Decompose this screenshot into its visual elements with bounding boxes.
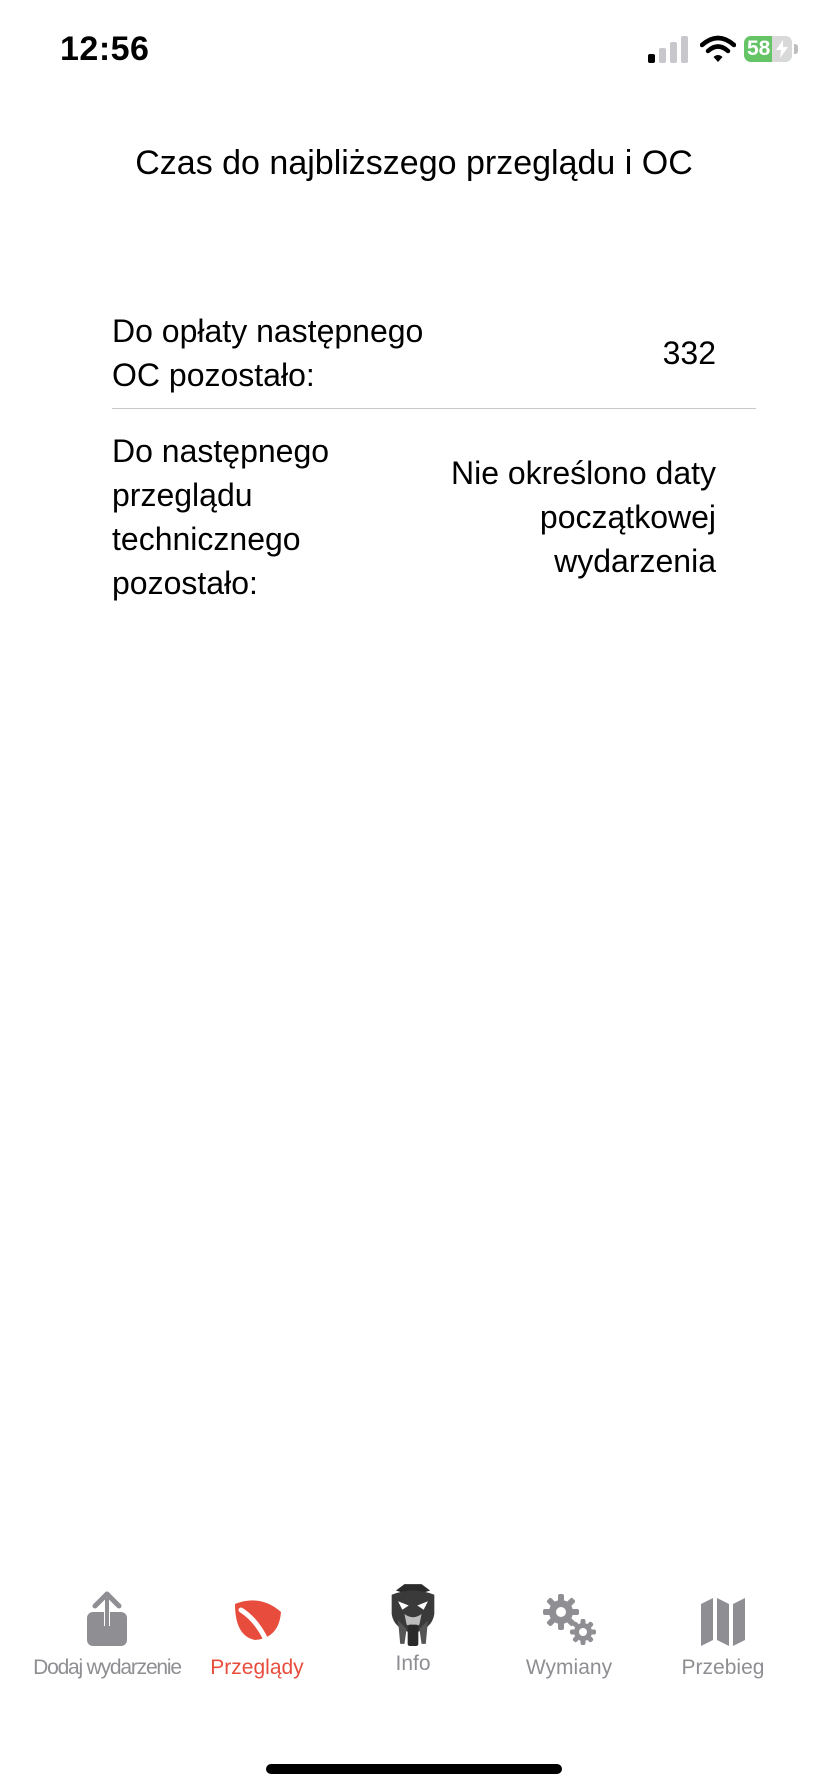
tab-mileage[interactable]: Przebieg: [648, 1590, 798, 1680]
row-label: Do następnego przeglądu technicznego poz…: [112, 433, 330, 601]
wifi-icon: [700, 35, 736, 62]
info-table: Do opłaty następnego OC pozostało: 332 D…: [112, 298, 756, 605]
map-icon: [701, 1598, 745, 1646]
tab-label: Przebieg: [681, 1656, 765, 1679]
page-title: Czas do najbliższego przeglądu i OC: [135, 144, 693, 182]
row-value: Nie określono daty początkowej wydarzeni…: [450, 455, 716, 579]
status-bar: 12:56 58: [0, 0, 828, 100]
inspection-remaining-row: Do następnego przeglądu technicznego poz…: [112, 409, 756, 605]
tab-label: Dodaj wydarzenie: [33, 1656, 182, 1679]
share-icon: [87, 1591, 127, 1646]
gears-icon: [543, 1594, 596, 1645]
tab-label: Przeglądy: [210, 1656, 304, 1679]
cat-emblem-icon: [391, 1584, 435, 1646]
tab-label: Info: [395, 1652, 431, 1675]
row-value: 332: [662, 335, 716, 371]
oc-remaining-row: Do opłaty następnego OC pozostało: 332: [112, 298, 756, 408]
tab-bar: Dodaj wydarzenie Przeglądy Info Wymiany …: [0, 1584, 828, 1710]
tab-info[interactable]: Info: [338, 1584, 488, 1676]
battery-body: 58: [744, 36, 792, 62]
status-time: 12:56: [60, 30, 150, 68]
home-indicator[interactable]: [266, 1764, 562, 1774]
row-label: Do opłaty następnego OC pozostało:: [112, 313, 424, 393]
tab-replacements[interactable]: Wymiany: [494, 1590, 644, 1680]
charging-bolt-icon: [776, 40, 788, 58]
battery-cap: [794, 44, 798, 54]
leaf-icon: [235, 1600, 281, 1645]
tab-label: Wymiany: [525, 1656, 613, 1679]
battery-icon: 58: [744, 34, 798, 64]
cellular-signal-icon: [648, 36, 688, 63]
tab-inspections[interactable]: Przeglądy: [182, 1590, 332, 1680]
app-screen: 12:56 58 Czas do najbliższego przeglądu …: [0, 0, 828, 1792]
tab-add-event[interactable]: Dodaj wydarzenie: [32, 1590, 182, 1680]
battery-level: 58: [747, 37, 771, 60]
